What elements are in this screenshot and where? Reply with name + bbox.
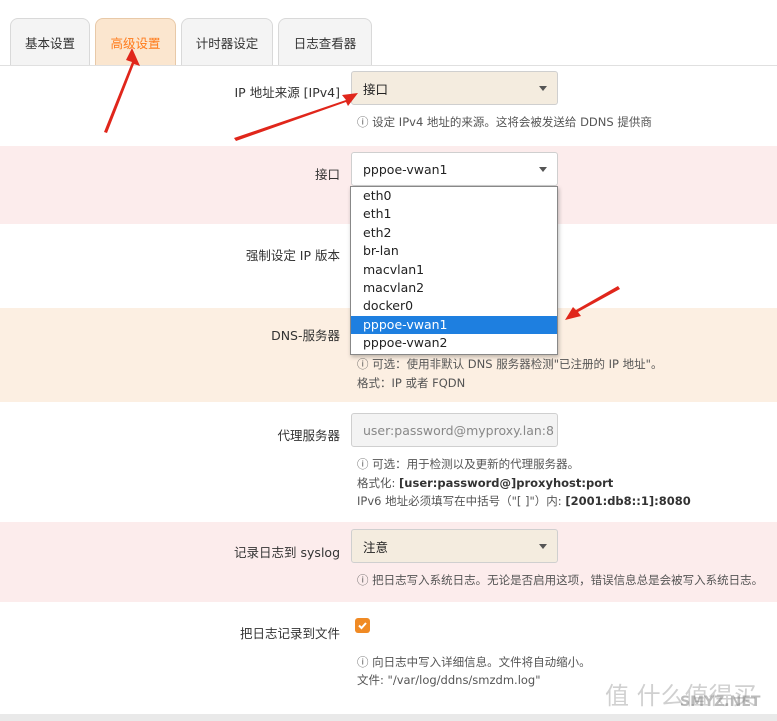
watermark-brand: SMYZ.NET <box>680 694 761 710</box>
red-arrow-icon <box>104 48 620 320</box>
annotation-arrows <box>104 48 620 320</box>
